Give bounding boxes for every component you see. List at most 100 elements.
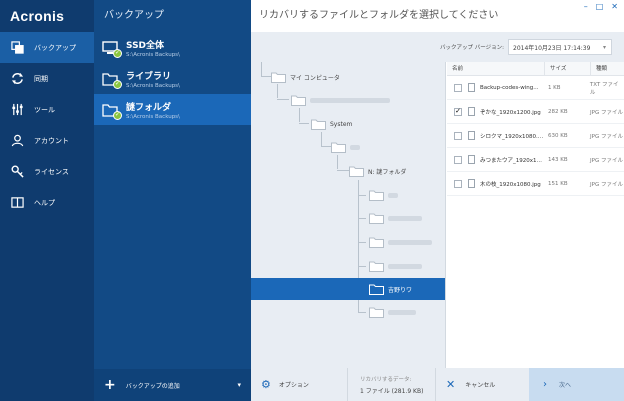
file-icon	[468, 179, 475, 188]
folder-icon	[369, 261, 384, 272]
file-row[interactable]: みつまたウア_1920x10... 143 KB JPG ファイル	[447, 148, 624, 172]
file-checkbox[interactable]	[454, 179, 462, 188]
nav-item-account[interactable]: アカウント	[0, 125, 94, 156]
file-size: 630 KB	[548, 132, 568, 139]
file-row[interactable]: Backup-codes-wing... 1 KB TXT ファイル	[447, 76, 624, 100]
add-backup-button[interactable]: + バックアップの追加 ▾	[94, 369, 251, 401]
backup-path: S:\Acronis Backups\	[126, 51, 180, 58]
recovery-data-value: 1 ファイル (281.9 KB)	[360, 387, 424, 395]
column-size[interactable]: サイズ	[545, 61, 591, 76]
folder-icon	[369, 213, 384, 224]
chevron-down-icon[interactable]: ▾	[237, 381, 241, 389]
tree-node-child[interactable]	[369, 305, 416, 319]
window-controls: – □ ✕	[584, 2, 618, 11]
file-checkbox[interactable]	[454, 155, 462, 164]
file-type: JPG ファイル	[590, 157, 623, 164]
tree-node-label: 吉野りワ	[388, 286, 413, 294]
backup-item-ssd[interactable]: ✓ SSD全体 S:\Acronis Backups\	[94, 32, 251, 63]
folder-icon	[369, 190, 384, 201]
backup-item-mystery-folder[interactable]: ✓ 謎フォルダ S:\Acronis Backups\	[94, 94, 251, 125]
nav-item-help[interactable]: ヘルプ	[0, 187, 94, 218]
file-icon	[468, 107, 475, 116]
file-row[interactable]: ✓ ぞかな_1920x1200.jpg 282 KB JPG ファイル	[447, 100, 624, 124]
tree-node-system[interactable]: System	[311, 117, 352, 131]
nav-item-label: 同期	[34, 74, 48, 83]
nav-item-label: ツール	[34, 105, 55, 114]
backup-name: SSD全体	[126, 40, 165, 51]
computer-backup-icon: ✓	[102, 40, 122, 58]
backup-path: S:\Acronis Backups\	[126, 113, 180, 120]
tree-node-my-computer[interactable]: マイ コンピュータ	[271, 70, 340, 84]
backup-path: S:\Acronis Backups\	[126, 82, 180, 89]
folder-icon	[311, 119, 326, 130]
file-name: みつまたウア_1920x10...	[480, 157, 544, 164]
file-size: 151 KB	[548, 180, 568, 187]
file-size: 1 KB	[547, 84, 561, 91]
main-nav: Acronis バックアップ 同期 ツール アカウント ライセンス ヘルプ	[0, 0, 94, 401]
nav-item-label: バックアップ	[34, 43, 76, 52]
help-book-icon	[10, 196, 24, 210]
file-checkbox-checked[interactable]: ✓	[454, 107, 462, 116]
account-icon	[10, 134, 24, 148]
file-type: JPG ファイル	[590, 181, 623, 188]
file-icon	[468, 155, 475, 164]
file-size: 282 KB	[548, 108, 568, 115]
tree-node-child[interactable]	[369, 235, 432, 249]
file-name: シロクマ_1920x1080.j...	[480, 133, 544, 140]
check-icon: ✓	[113, 48, 122, 58]
tree-node-selected-folder[interactable]: 吉野りワ	[369, 282, 412, 296]
column-type[interactable]: 種類	[591, 62, 624, 76]
minimize-icon[interactable]: –	[584, 2, 588, 11]
file-row[interactable]: 木の枝_1920x1080.jpg 151 KB JPG ファイル	[447, 172, 624, 196]
file-name: Backup-codes-wing...	[480, 84, 539, 91]
next-button[interactable]: › 次へ	[529, 368, 624, 401]
nav-item-label: ヘルプ	[34, 198, 55, 207]
options-button[interactable]: ⚙ オプション	[251, 368, 347, 401]
file-row[interactable]: シロクマ_1920x1080.j... 630 KB JPG ファイル	[447, 124, 624, 148]
chevron-down-icon: ▾	[602, 43, 606, 51]
tree-node-subfolder[interactable]	[331, 140, 360, 154]
folder-tree: マイ コンピュータ System N: 謎フォルダ 吉野りワ	[251, 62, 446, 368]
tree-node-mystery-folder[interactable]: N: 謎フォルダ	[349, 164, 406, 178]
tree-node-child[interactable]	[369, 188, 398, 202]
nav-item-tools[interactable]: ツール	[0, 94, 94, 125]
redacted-label	[388, 192, 398, 198]
file-type: JPG ファイル	[590, 133, 623, 140]
redacted-label	[388, 263, 422, 269]
backup-icon	[10, 41, 24, 55]
file-checkbox[interactable]	[454, 83, 462, 92]
redacted-label	[388, 239, 432, 245]
version-select[interactable]: 2014年10月23日 17:14:39 ▾	[508, 39, 612, 55]
backup-list: バックアップ ✓ SSD全体 S:\Acronis Backups\ ✓ ライブ…	[94, 0, 251, 401]
folder-icon	[369, 237, 384, 248]
folder-icon	[369, 284, 384, 295]
nav-item-license[interactable]: ライセンス	[0, 156, 94, 187]
backup-item-library[interactable]: ✓ ライブラリ S:\Acronis Backups\	[94, 63, 251, 94]
tree-node-child[interactable]	[369, 211, 422, 225]
file-type: JPG ファイル	[590, 109, 623, 116]
close-icon[interactable]: ✕	[611, 2, 618, 11]
backup-name: 謎フォルダ	[126, 102, 172, 113]
tree-node-child[interactable]	[369, 259, 422, 273]
folder-icon	[331, 142, 346, 153]
nav-item-sync[interactable]: 同期	[0, 63, 94, 94]
file-checkbox[interactable]	[454, 131, 462, 140]
check-icon: ✓	[113, 79, 122, 89]
chevron-right-icon: ›	[543, 379, 547, 390]
cancel-button[interactable]: ✕ キャンセル	[435, 368, 529, 401]
nav-item-backup[interactable]: バックアップ	[0, 32, 94, 63]
tree-node-drive[interactable]	[291, 93, 390, 107]
file-icon	[468, 83, 475, 92]
add-backup-label: バックアップの追加	[125, 382, 180, 390]
gear-icon: ⚙	[261, 378, 271, 391]
sync-icon	[10, 72, 24, 86]
check-icon: ✓	[113, 110, 122, 120]
recovery-data-label: リカバリするデータ:	[360, 376, 412, 383]
options-label: オプション	[278, 382, 309, 389]
file-icon	[468, 131, 475, 140]
recovery-data-summary: リカバリするデータ: 1 ファイル (281.9 KB)	[347, 368, 435, 401]
folder-backup-icon: ✓	[102, 72, 122, 89]
maximize-icon[interactable]: □	[596, 2, 604, 11]
nav-item-label: アカウント	[34, 136, 69, 145]
column-name[interactable]: 名前	[447, 61, 545, 76]
